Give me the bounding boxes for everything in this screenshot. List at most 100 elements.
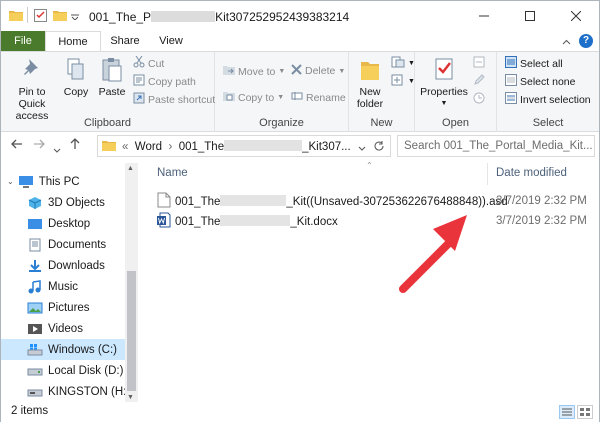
move-to-label: Move to	[238, 65, 276, 78]
properties-button[interactable]: Properties ▼	[417, 56, 471, 110]
properties-quick-icon[interactable]	[34, 9, 47, 25]
document-file-icon	[157, 192, 171, 211]
invert-selection-icon	[505, 92, 517, 107]
tab-file[interactable]: File	[1, 31, 45, 51]
column-header-date-modified[interactable]: Date modified	[496, 167, 567, 179]
easy-access-button[interactable]: ▼	[391, 74, 415, 89]
nav-item-documents[interactable]: Documents	[1, 234, 125, 255]
new-group-label: New	[370, 117, 393, 129]
scrollbar-thumb[interactable]	[127, 271, 136, 391]
copy-to-button[interactable]: Copy to ▼	[223, 90, 284, 105]
new-folder-button[interactable]: New folder	[353, 56, 387, 110]
delete-label: Delete	[305, 65, 336, 77]
nav-item-videos[interactable]: Videos	[1, 318, 125, 339]
forward-arrow-icon[interactable]	[33, 138, 45, 153]
expand-chevron-icon[interactable]: ⌄	[7, 177, 14, 186]
tab-home[interactable]: Home	[45, 31, 101, 52]
organize-group-label: Organize	[259, 117, 304, 129]
annotation-arrow-icon	[399, 215, 467, 293]
file-date-modified: 3/7/2019 2:32 PM	[496, 195, 587, 207]
nav-item-desktop[interactable]: Desktop	[1, 213, 125, 234]
select-all-icon	[505, 56, 517, 71]
delete-button[interactable]: Delete ▼	[291, 64, 345, 78]
recent-locations-chevron-icon[interactable]	[53, 142, 61, 157]
pin-icon	[21, 56, 43, 84]
maximize-button[interactable]	[507, 1, 553, 31]
nav-item-label: This PC	[38, 175, 80, 188]
nav-item-local-disk-d[interactable]: Local Disk (D:)	[1, 360, 125, 381]
nav-item-label: Local Disk (D:)	[48, 364, 124, 377]
collapse-ribbon-icon[interactable]	[562, 36, 571, 48]
rename-button[interactable]: Rename	[291, 90, 346, 105]
redacted-text	[220, 214, 291, 226]
up-arrow-icon[interactable]	[69, 138, 81, 153]
move-to-button[interactable]: Move to ▼	[223, 64, 285, 79]
this-pc-icon	[18, 175, 34, 189]
search-box[interactable]: Search 001_The_Portal_Media_Kit...	[397, 135, 595, 157]
close-button[interactable]	[553, 1, 599, 31]
nav-item-label: Pictures	[48, 301, 90, 314]
copy-path-button[interactable]: Copy path	[133, 74, 196, 89]
help-icon[interactable]: ?	[579, 34, 593, 48]
nav-pane-scrollbar[interactable]: ▲ ▼	[125, 163, 138, 403]
pin-to-quick-access-button[interactable]: Pin to Quick access	[5, 56, 59, 122]
refresh-icon[interactable]	[373, 140, 385, 155]
sort-chevron-icon: ⌃	[366, 161, 373, 170]
redacted-text	[220, 194, 287, 206]
new-item-icon	[391, 56, 405, 71]
breadcrumb-current[interactable]: 001_The	[179, 141, 224, 153]
paste-shortcut-button[interactable]: Paste shortcut	[133, 92, 215, 107]
edit-item-button[interactable]	[473, 74, 485, 89]
dropdown-arrow-icon: ▼	[278, 68, 286, 75]
address-dropdown-icon[interactable]	[358, 143, 366, 155]
properties-icon	[433, 56, 455, 84]
column-header-name[interactable]: Name	[157, 167, 188, 179]
history-button[interactable]	[473, 92, 485, 107]
large-icons-view-icon[interactable]	[577, 405, 593, 419]
search-placeholder: Search 001_The_Portal_Media_Kit...	[404, 140, 593, 152]
nav-item-this-pc[interactable]: ⌄ This PC	[1, 171, 125, 192]
open-item-button[interactable]	[473, 56, 485, 71]
cut-button[interactable]: Cut	[133, 55, 164, 71]
dropdown-arrow-icon: ▼	[277, 94, 285, 101]
copy-button[interactable]: Copy	[61, 56, 91, 98]
new-folder-quick-icon[interactable]	[53, 9, 67, 24]
nav-item-downloads[interactable]: Downloads	[1, 255, 125, 276]
tab-share[interactable]: Share	[103, 31, 147, 51]
select-group: Select all Select none Invert selection …	[497, 52, 599, 132]
usb-drive-icon	[27, 385, 43, 399]
file-date-modified: 3/7/2019 2:32 PM	[496, 215, 587, 227]
file-row[interactable]: 001_The _Kit((Unsaved-307253622676488848)…	[157, 191, 597, 211]
invert-selection-button[interactable]: Invert selection	[505, 92, 591, 107]
copy-icon	[65, 56, 87, 84]
downloads-icon	[27, 259, 43, 273]
nav-item-kingston-h[interactable]: KINGSTON (H:)	[1, 381, 130, 402]
file-name[interactable]: 001_The _Kit.docx	[175, 214, 338, 228]
divider	[27, 7, 28, 23]
paste-button[interactable]: Paste	[95, 56, 129, 98]
address-bar[interactable]: « Word › 001_The _Kit307...	[97, 135, 391, 157]
breadcrumb-word[interactable]: Word	[135, 141, 162, 153]
nav-item-pictures[interactable]: Pictures	[1, 297, 125, 318]
nav-item-windows-c[interactable]: Windows (C:)	[1, 339, 125, 360]
copy-to-icon	[223, 90, 235, 105]
file-row[interactable]: 001_The _Kit.docx 3/7/2019 2:32 PM	[157, 211, 597, 231]
minimize-button[interactable]	[461, 1, 507, 31]
dropdown-arrow-icon: ▼	[408, 78, 415, 85]
column-divider[interactable]	[487, 163, 488, 185]
customize-quick-access-chevron-icon[interactable]	[71, 11, 79, 23]
scroll-down-arrow-icon[interactable]: ▼	[127, 394, 134, 401]
select-all-button[interactable]: Select all	[505, 56, 563, 71]
copy-path-icon	[133, 74, 145, 89]
organize-group: Move to ▼ Copy to ▼ Delete ▼ Rename Orga…	[215, 52, 349, 132]
back-arrow-icon[interactable]	[11, 138, 23, 153]
nav-item-music[interactable]: Music	[1, 276, 125, 297]
breadcrumb[interactable]: « Word › 001_The _Kit307...	[122, 139, 351, 153]
nav-item-3d-objects[interactable]: 3D Objects	[1, 192, 125, 213]
details-view-icon[interactable]	[559, 405, 575, 419]
scroll-up-arrow-icon[interactable]: ▲	[127, 165, 134, 172]
tab-view[interactable]: View	[149, 31, 193, 51]
new-item-button[interactable]: ▼	[391, 56, 415, 71]
select-none-button[interactable]: Select none	[505, 74, 575, 89]
nav-item-label: Documents	[48, 238, 107, 251]
